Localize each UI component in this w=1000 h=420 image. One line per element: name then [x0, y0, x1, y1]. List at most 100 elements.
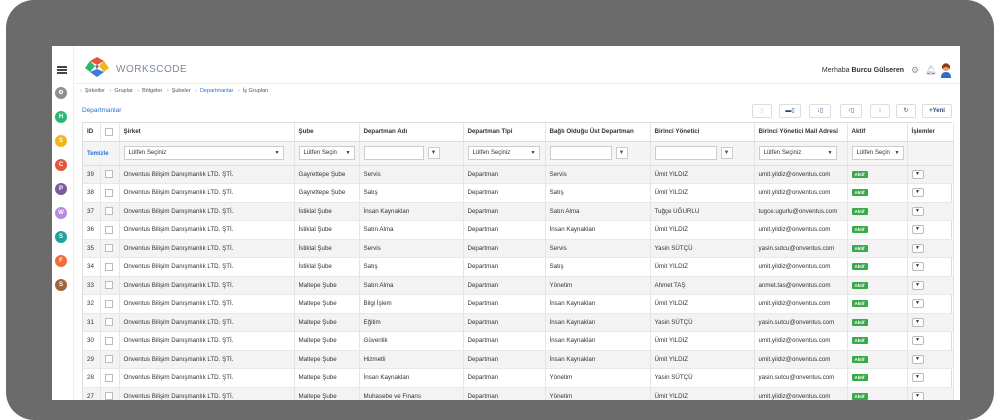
col-dept-type[interactable]: Departman Tipi	[463, 123, 546, 142]
breadcrumb-workgroups[interactable]: İş Grupları	[243, 88, 269, 94]
col-manager[interactable]: Birinci Yönetici	[650, 123, 755, 142]
app-screen: ⚙ HSCPWSFS WORKSCODE Merhaba Burcu Gülse…	[52, 46, 960, 400]
dept-name-filter-input[interactable]	[363, 146, 424, 160]
module-icon[interactable]: C	[55, 159, 67, 171]
module-icon[interactable]: H	[55, 111, 67, 123]
bell-icon[interactable]: 🔔︎	[925, 65, 936, 75]
blank-button[interactable]: ▯	[752, 104, 772, 118]
avatar[interactable]	[940, 62, 952, 78]
row-dept-type: Departman	[463, 276, 546, 295]
row-actions-dropdown[interactable]: ▼	[911, 391, 924, 400]
row-checkbox[interactable]	[104, 281, 113, 290]
table-row[interactable]: 39 Onventus Bilişim Danışmanlık LTD. ŞTİ.…	[83, 165, 954, 184]
table-row[interactable]: 30 Onventus Bilişim Danışmanlık LTD. ŞTİ.…	[83, 331, 954, 351]
table-row[interactable]: 33 Onventus Bilişim Danışmanlık LTD. ŞTİ.…	[83, 276, 954, 295]
row-actions-dropdown[interactable]: ▼	[911, 336, 924, 346]
filter-icon[interactable]: ▼	[427, 147, 440, 159]
module-icon[interactable]: S	[55, 279, 67, 291]
row-checkbox[interactable]	[104, 299, 113, 308]
table-row[interactable]: 38 Onventus Bilişim Danışmanlık LTD. ŞTİ.…	[83, 183, 954, 203]
row-checkbox[interactable]	[104, 355, 113, 364]
breadcrumb-companies[interactable]: Şirketler	[85, 88, 105, 94]
row-actions-dropdown[interactable]: ▼	[911, 317, 924, 327]
email-filter-select[interactable]: Lütfen Seçiniz ▼	[758, 146, 837, 160]
col-active[interactable]: Aktif	[847, 123, 908, 142]
gear-icon[interactable]: ⚙	[910, 65, 920, 75]
row-select	[100, 257, 120, 277]
settings-circle-icon[interactable]: ⚙	[55, 87, 67, 99]
upload-icon[interactable]: ↑▯	[840, 104, 862, 118]
col-dept-name[interactable]: Departman Adı	[359, 123, 464, 142]
col-company[interactable]: Şirket	[119, 123, 295, 142]
table-row[interactable]: 37 Onventus Bilişim Danışmanlık LTD. ŞTİ.…	[83, 202, 954, 221]
row-actions-dropdown[interactable]: ▼	[911, 354, 924, 364]
module-icon[interactable]: S	[55, 135, 67, 147]
row-select	[100, 350, 120, 369]
table-row[interactable]: 29 Onventus Bilişim Danışmanlık LTD. ŞTİ.…	[83, 350, 954, 369]
row-checkbox[interactable]	[104, 392, 113, 400]
module-icon[interactable]: P	[55, 183, 67, 195]
row-actions-dropdown[interactable]: ▼	[911, 373, 924, 383]
branch-filter-select[interactable]: Lütfen Seçin ▼	[298, 146, 355, 160]
breadcrumb-groups[interactable]: Gruplar	[114, 88, 132, 94]
clear-filters-button[interactable]: Temizle	[87, 151, 109, 157]
row-checkbox[interactable]	[104, 336, 113, 345]
row-actions-dropdown[interactable]: ▼	[911, 225, 924, 235]
table-row[interactable]: 34 Onventus Bilişim Danışmanlık LTD. ŞTİ.…	[83, 257, 954, 277]
row-actions: ▼	[907, 276, 954, 295]
row-company: Onventus Bilişim Danışmanlık LTD. ŞTİ.	[119, 331, 295, 351]
row-actions-dropdown[interactable]: ▼	[911, 299, 924, 309]
table-row[interactable]: 27 Onventus Bilişim Danışmanlık LTD. ŞTİ.…	[83, 387, 954, 400]
module-icon[interactable]: S	[55, 231, 67, 243]
row-dept-name: İnsan Kaynakları	[359, 202, 464, 221]
breadcrumb-branches[interactable]: Şubeler	[172, 88, 191, 94]
export-excel-icon[interactable]: ▬▯	[779, 104, 801, 118]
company-filter-select[interactable]: Lütfen Seçiniz ▼	[123, 146, 284, 160]
row-actions-dropdown[interactable]: ▼	[911, 243, 924, 253]
info-icon[interactable]: ℹ	[870, 104, 890, 118]
row-actions-dropdown[interactable]: ▼	[911, 280, 924, 290]
row-branch: Maltepe Şube	[294, 276, 360, 295]
col-id[interactable]: ID	[83, 123, 101, 142]
row-checkbox[interactable]	[104, 188, 113, 197]
download-icon[interactable]: ↓▯	[809, 104, 831, 118]
row-actions-dropdown[interactable]: ▼	[911, 262, 924, 272]
active-filter-select[interactable]: Lütfen Seçin ▼	[851, 146, 904, 160]
row-parent-dept: Satış	[545, 257, 651, 277]
row-checkbox[interactable]	[104, 225, 113, 234]
manager-filter-input[interactable]	[654, 146, 717, 160]
new-button[interactable]: +Yeni	[922, 104, 952, 118]
row-checkbox[interactable]	[104, 262, 113, 271]
row-checkbox[interactable]	[104, 373, 113, 382]
col-branch[interactable]: Şube	[294, 123, 360, 142]
filter-icon[interactable]: ▼	[615, 147, 628, 159]
row-checkbox[interactable]	[104, 318, 113, 327]
row-actions-dropdown[interactable]: ▼	[911, 188, 924, 198]
select-all-checkbox[interactable]	[104, 127, 113, 136]
table-row[interactable]: 31 Onventus Bilişim Danışmanlık LTD. ŞTİ.…	[83, 313, 954, 332]
menu-icon[interactable]	[57, 66, 67, 74]
parent-dept-filter-input[interactable]	[549, 146, 612, 160]
module-icon[interactable]: F	[55, 255, 67, 267]
table-row[interactable]: 28 Onventus Bilişim Danışmanlık LTD. ŞTİ.…	[83, 368, 954, 388]
table-row[interactable]: 36 Onventus Bilişim Danışmanlık LTD. ŞTİ.…	[83, 220, 954, 240]
table-row[interactable]: 32 Onventus Bilişim Danışmanlık LTD. ŞTİ.…	[83, 294, 954, 314]
breadcrumb-departments[interactable]: Departmanlar	[200, 88, 233, 94]
row-actions-dropdown[interactable]: ▼	[911, 206, 924, 216]
row-checkbox[interactable]	[104, 244, 113, 253]
row-parent-dept: İnsan Kaynakları	[545, 313, 651, 332]
breadcrumb-regions[interactable]: Bölgeler	[142, 88, 162, 94]
col-manager-email[interactable]: Birinci Yönetici Mail Adresi	[754, 123, 848, 142]
row-company: Onventus Bilişim Danışmanlık LTD. ŞTİ.	[119, 276, 295, 295]
table-row[interactable]: 35 Onventus Bilişim Danışmanlık LTD. ŞTİ.…	[83, 239, 954, 258]
filter-icon[interactable]: ▼	[720, 147, 733, 159]
row-checkbox[interactable]	[104, 170, 113, 179]
dept-type-filter-select[interactable]: Lütfen Seçiniz ▼	[467, 146, 540, 160]
row-checkbox[interactable]	[104, 207, 113, 216]
row-actions-dropdown[interactable]: ▼	[911, 169, 924, 179]
module-icon[interactable]: W	[55, 207, 67, 219]
refresh-icon[interactable]: ↻	[896, 104, 916, 118]
row-active: Aktif	[847, 331, 908, 351]
row-dept-type: Departman	[463, 313, 546, 332]
col-parent-dept[interactable]: Bağlı Olduğu Üst Departman	[545, 123, 651, 142]
